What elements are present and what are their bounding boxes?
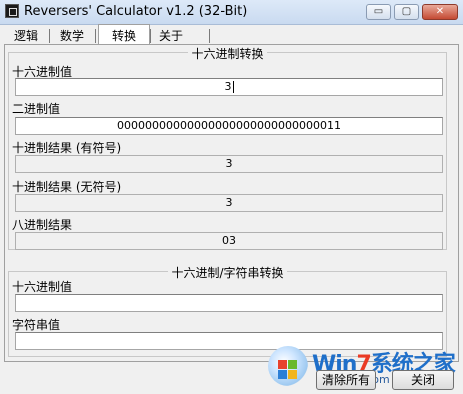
- group-title: 十六进制/字符串转换: [9, 264, 446, 281]
- title-bar[interactable]: Reversers' Calculator v1.2 (32-Bit) ▭ ▢ …: [0, 0, 463, 25]
- hex-value-text: 3: [224, 80, 232, 93]
- minimize-icon: ▭: [373, 6, 384, 17]
- windows-flag-icon: [268, 346, 308, 386]
- decimal-signed-output[interactable]: 3: [15, 155, 443, 173]
- decimal-unsigned-output[interactable]: 3: [15, 194, 443, 212]
- tab-separator: [49, 29, 50, 43]
- close-window-button[interactable]: ✕: [422, 4, 458, 20]
- tab-separator: [150, 29, 151, 43]
- hex-value-input[interactable]: 3: [15, 78, 443, 96]
- minimize-button[interactable]: ▭: [366, 4, 391, 20]
- maximize-button[interactable]: ▢: [394, 4, 419, 20]
- string-value-label: 字符串值: [12, 318, 61, 332]
- decimal-signed-label: 十进制结果 (有符号): [12, 141, 122, 155]
- tab-convert[interactable]: 转换: [98, 24, 150, 45]
- window-title: Reversers' Calculator v1.2 (32-Bit): [24, 4, 248, 19]
- tab-logic[interactable]: 逻辑: [6, 26, 46, 44]
- text-cursor: [232, 81, 234, 93]
- tab-bar: 逻辑 数学 转换 关于: [4, 24, 459, 45]
- string-hex-input[interactable]: [15, 294, 443, 312]
- binary-value-label: 二进制值: [12, 102, 61, 116]
- app-icon[interactable]: [5, 4, 19, 18]
- binary-value-input[interactable]: 00000000000000000000000000000011: [15, 117, 443, 135]
- close-button[interactable]: 关闭: [392, 370, 454, 390]
- tab-separator: [209, 29, 210, 43]
- tab-math[interactable]: 数学: [52, 26, 92, 44]
- octal-result-output[interactable]: 03: [15, 232, 443, 250]
- tab-about[interactable]: 关于: [152, 26, 190, 44]
- group-title: 十六进制转换: [9, 45, 446, 62]
- maximize-icon: ▢: [401, 6, 412, 17]
- close-icon: ✕: [435, 6, 445, 17]
- clear-all-button[interactable]: 清除所有: [316, 370, 376, 390]
- tab-separator: [95, 29, 96, 43]
- octal-result-label: 八进制结果: [12, 218, 73, 232]
- decimal-unsigned-label: 十进制结果 (无符号): [12, 180, 122, 194]
- string-hex-label: 十六进制值: [12, 280, 73, 294]
